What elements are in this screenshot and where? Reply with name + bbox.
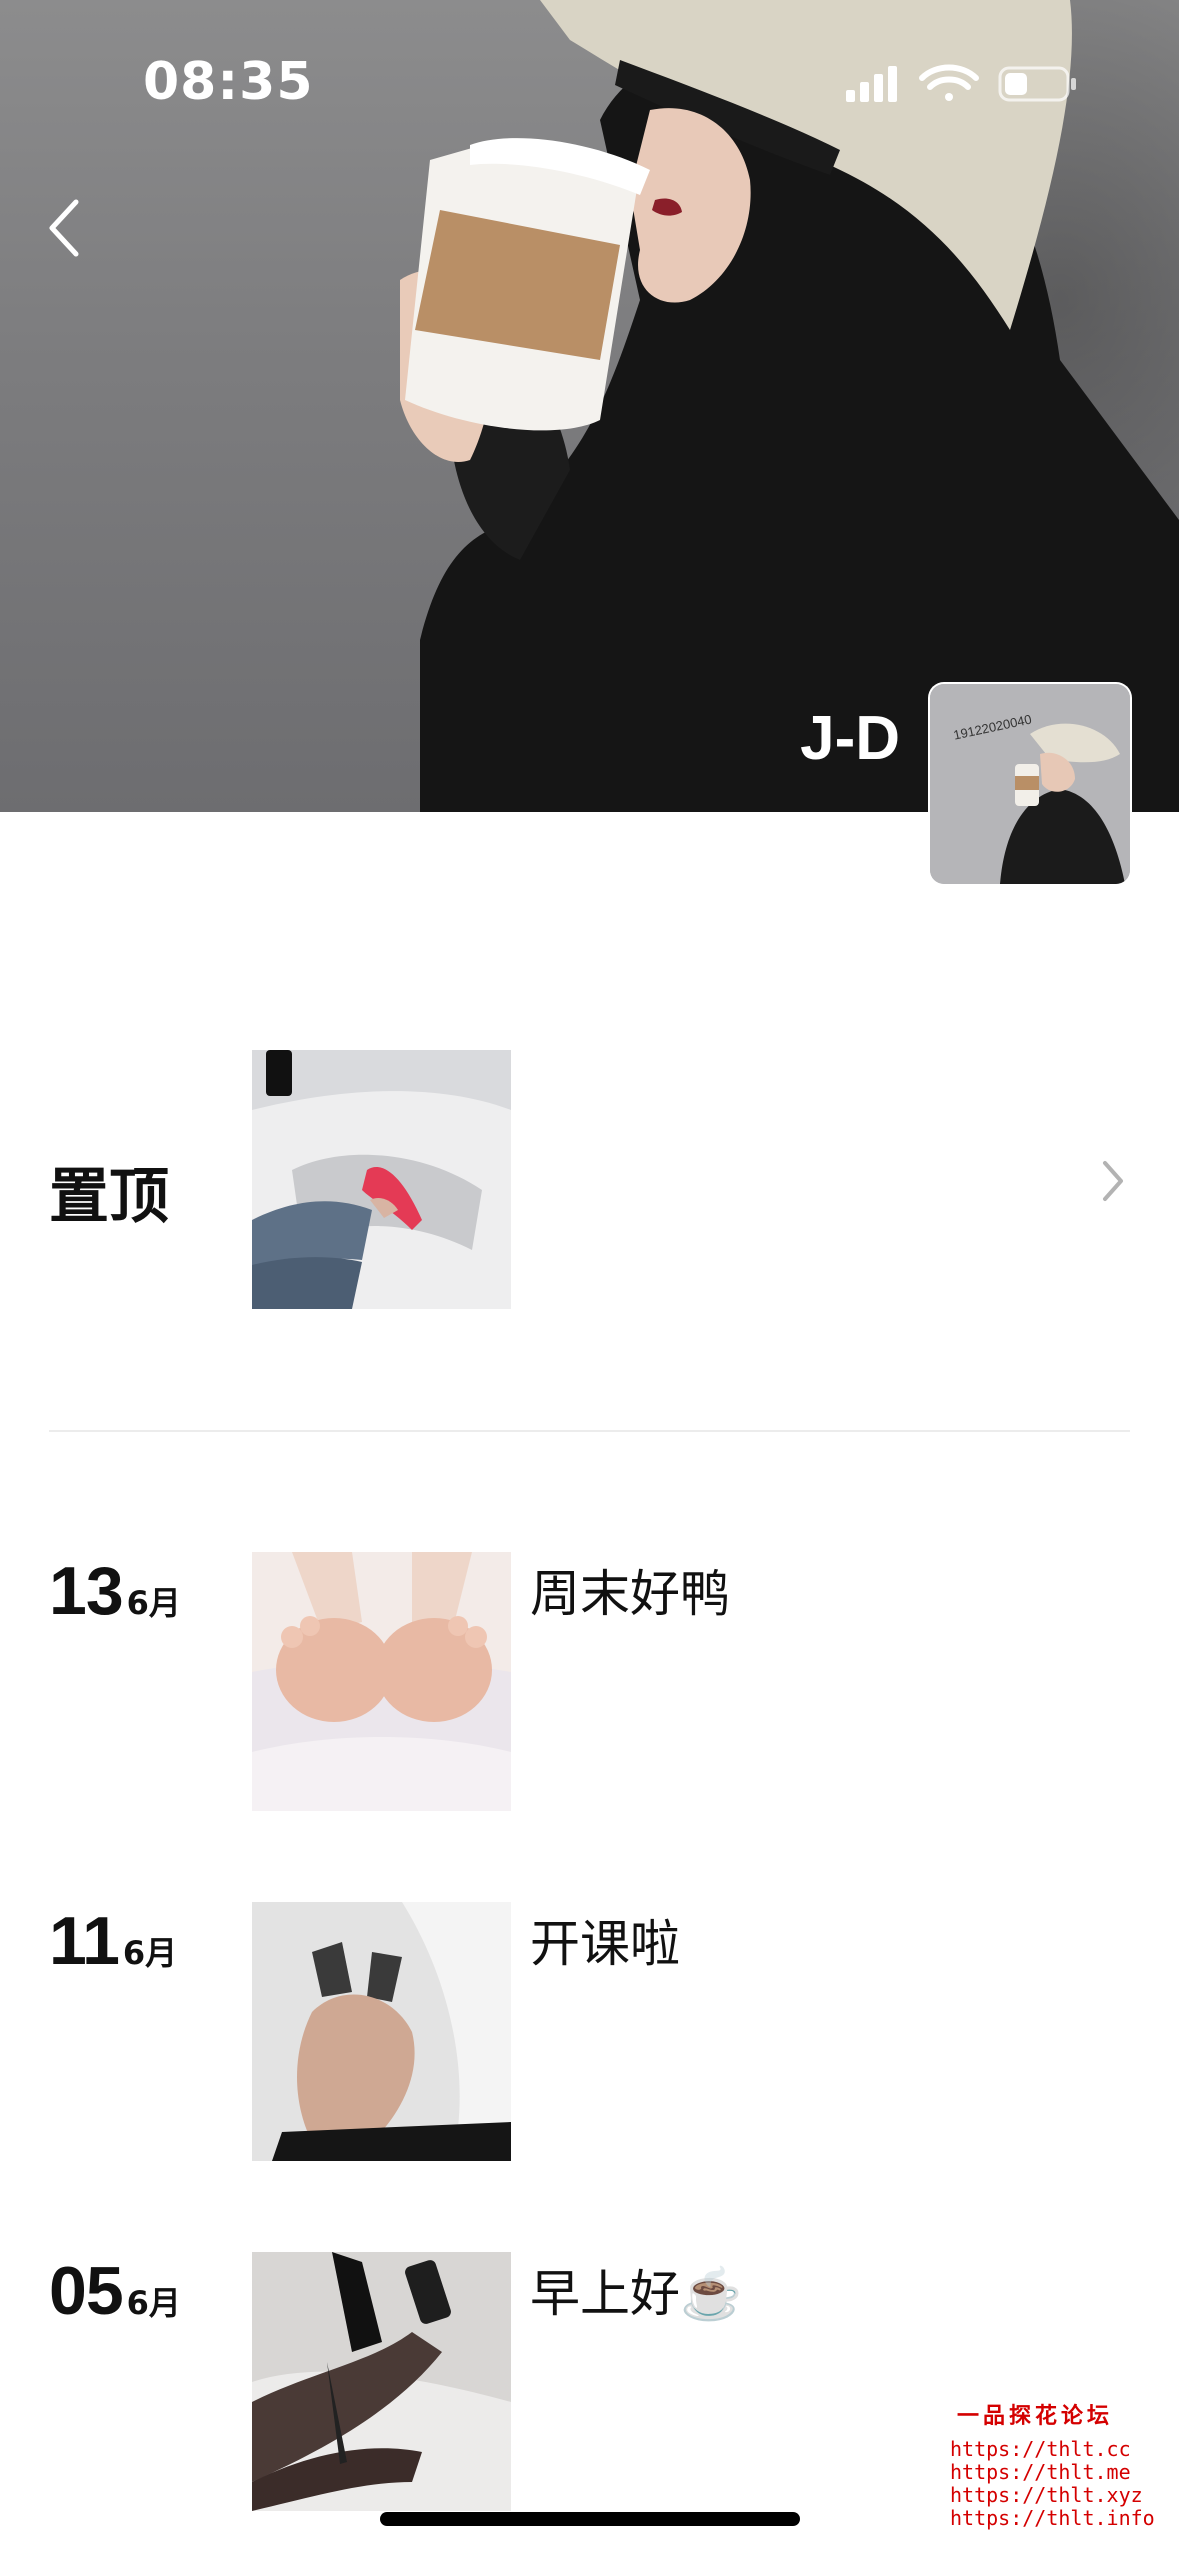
- status-time: 08:35: [143, 52, 314, 112]
- post-image: [252, 1902, 511, 2161]
- watermark: 一品探花论坛 https://thlt.cc https://thlt.me h…: [950, 2398, 1155, 2530]
- post-day: 11: [49, 1903, 120, 1979]
- post-month: 6月: [122, 1934, 178, 1972]
- post-date: 13 6月: [49, 1552, 181, 1630]
- watermark-url: https://thlt.info: [950, 2506, 1155, 2530]
- profile-name: J-D: [800, 704, 900, 773]
- section-divider: [49, 1430, 1130, 1432]
- post-text: 开课啦: [530, 1915, 680, 1973]
- watermark-url: https://thlt.me: [950, 2460, 1131, 2484]
- post-image: [252, 2252, 511, 2511]
- watermark-url: https://thlt.cc: [950, 2437, 1131, 2461]
- post-item[interactable]: 13 6月 周末好鸭: [0, 1552, 1179, 1822]
- avatar-image: 19122020040: [930, 684, 1130, 884]
- back-chevron-icon[interactable]: [44, 196, 84, 260]
- status-icons: [846, 64, 1076, 102]
- pinned-label: 置顶: [49, 1162, 169, 1232]
- post-day: 05: [49, 2253, 124, 2329]
- post-text: 早上好☕️: [530, 2265, 743, 2323]
- pinned-post-image: [252, 1050, 511, 1309]
- signal-icon: [846, 66, 897, 102]
- post-thumbnail[interactable]: [252, 1552, 511, 1811]
- status-bar: 08:35: [0, 0, 1179, 170]
- post-date: 11 6月: [49, 1902, 177, 1980]
- post-thumbnail[interactable]: [252, 2252, 511, 2511]
- post-item[interactable]: 11 6月 开课啦: [0, 1902, 1179, 2172]
- pinned-post-thumbnail[interactable]: [252, 1050, 511, 1309]
- watermark-title: 一品探花论坛: [956, 2404, 1113, 2429]
- wifi-icon: [919, 64, 979, 101]
- post-thumbnail[interactable]: [252, 1902, 511, 2161]
- battery-icon: [998, 66, 1076, 102]
- home-indicator[interactable]: [380, 2512, 800, 2526]
- post-month: 6月: [126, 1584, 181, 1622]
- post-date: 05 6月: [49, 2252, 181, 2330]
- chevron-right-icon[interactable]: [1100, 1158, 1126, 1204]
- avatar[interactable]: 19122020040: [930, 684, 1130, 884]
- watermark-url: https://thlt.xyz: [950, 2483, 1143, 2507]
- post-image: [252, 1552, 511, 1811]
- post-text: 周末好鸭: [530, 1565, 730, 1623]
- post-month: 6月: [126, 2284, 181, 2322]
- post-day: 13: [49, 1553, 124, 1629]
